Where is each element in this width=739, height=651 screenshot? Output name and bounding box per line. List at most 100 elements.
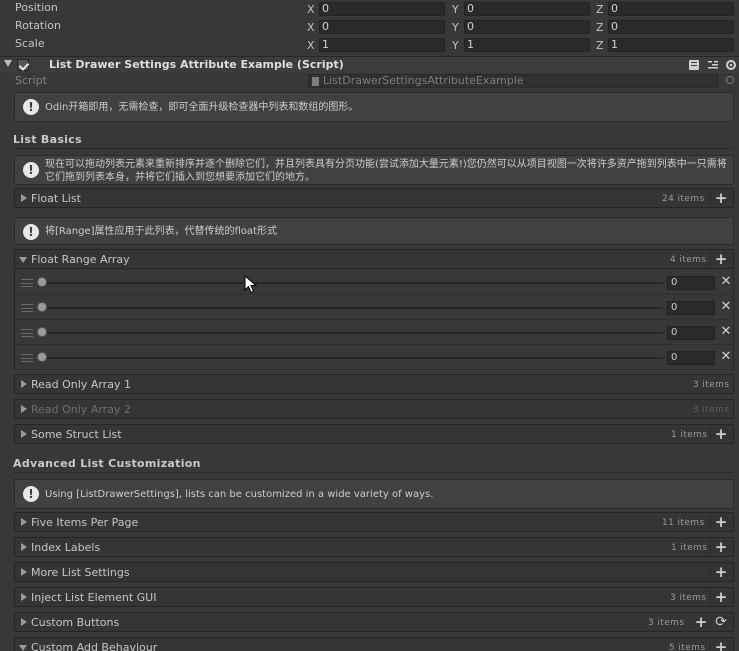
list-header-more-list-settings[interactable]: More List Settings + [14,562,734,582]
list-count: 24 items [662,194,705,204]
list-label: Custom Buttons [31,616,120,629]
foldout-closed-icon[interactable] [21,518,27,526]
slider-value-field[interactable]: 0 [667,276,715,290]
axis-z-label: Z [596,38,604,52]
section-divider [13,148,734,149]
list-label: Read Only Array 1 [31,378,131,391]
add-item-plus-icon[interactable]: + [714,190,728,206]
scale-label: Scale [15,37,45,50]
list-header-read-only-array-1[interactable]: Read Only Array 1 3 items [14,374,734,394]
slider-track[interactable] [41,357,663,359]
divider [710,639,711,651]
add-item-plus-icon[interactable]: + [714,426,728,442]
list-label: Float List [31,192,81,205]
info-icon: ! [23,99,39,115]
axis-z-label: Z [596,2,604,16]
component-foldout-icon[interactable] [4,60,12,67]
add-item-plus-icon[interactable]: + [714,589,728,605]
list-item: 0 ✕ [15,320,733,345]
list-label: Read Only Array 2 [31,403,131,416]
position-y-field[interactable]: 0 [464,2,590,16]
list-count: 3 items [648,618,685,628]
rotation-y-field[interactable]: 0 [464,20,590,34]
preset-icon[interactable] [707,59,719,71]
divider [710,426,711,442]
gear-icon[interactable] [725,59,737,71]
add-item-plus-icon[interactable]: + [714,639,728,651]
foldout-closed-icon[interactable] [21,194,27,202]
rotation-z-field[interactable]: 0 [608,20,734,34]
slider-thumb[interactable] [37,352,47,362]
rotation-x-field[interactable]: 0 [319,20,445,34]
list-count: 11 items [662,518,705,528]
slider-value-field[interactable]: 0 [667,301,715,315]
slider-thumb[interactable] [37,327,47,337]
foldout-closed-icon[interactable] [21,568,27,576]
slider-value-field[interactable]: 0 [667,326,715,340]
slider-track[interactable] [41,332,663,334]
axis-y-label: Y [452,20,459,34]
remove-item-close-icon[interactable]: ✕ [720,299,732,315]
remove-item-close-icon[interactable]: ✕ [720,274,732,290]
position-label: Position [15,1,58,14]
add-item-plus-icon[interactable]: + [714,251,728,267]
slider-track[interactable] [41,282,663,284]
component-enabled-checkbox[interactable] [17,59,29,71]
list-count: 5 items [669,643,706,651]
list-header-five-items-per-page[interactable]: Five Items Per Page 11 items + [14,512,734,532]
section-divider [13,472,734,473]
list-header-read-only-array-2[interactable]: Read Only Array 2 3 items [14,399,734,419]
add-item-plus-icon[interactable]: + [714,564,728,580]
slider-thumb[interactable] [37,302,47,312]
foldout-closed-icon[interactable] [21,380,27,388]
foldout-open-icon[interactable] [19,257,27,263]
advanced-info-text: Using [ListDrawerSettings], lists can be… [45,489,434,500]
foldout-closed-icon[interactable] [21,430,27,438]
list-count: 3 items [693,405,730,415]
axis-z-label: Z [596,20,604,34]
foldout-open-icon[interactable] [19,645,27,651]
scale-y-field[interactable]: 1 [464,38,590,52]
list-header-inject-list-element-gui[interactable]: Inject List Element GUI 3 items + [14,587,734,607]
slider-track[interactable] [41,307,663,309]
list-header-some-struct-list[interactable]: Some Struct List 1 items + [14,424,734,444]
axis-y-label: Y [452,2,459,16]
list-item: 0 ✕ [15,295,733,320]
scale-x-field[interactable]: 1 [319,38,445,52]
list-basics-info-box: ! 现在可以拖动列表元素来重新排序并逐个删除它们，并且列表具有分页功能(尝试添加… [14,155,734,185]
drag-handle-icon[interactable] [21,329,33,337]
drag-handle-icon[interactable] [21,279,33,287]
divider [710,514,711,530]
list-label: More List Settings [31,566,130,579]
add-item-plus-icon[interactable]: + [714,539,728,555]
foldout-closed-icon[interactable] [21,593,27,601]
list-label: Index Labels [31,541,101,554]
list-header-custom-buttons[interactable]: Custom Buttons 3 items + ⟳ [14,612,734,632]
position-z-field[interactable]: 0 [608,2,734,16]
drag-handle-icon[interactable] [21,304,33,312]
foldout-closed-icon[interactable] [21,405,27,413]
foldout-closed-icon[interactable] [21,543,27,551]
float-range-array-body: 0 ✕ 0 ✕ 0 ✕ 0 ✕ [14,270,734,370]
help-book-icon[interactable] [688,59,700,71]
refresh-icon[interactable]: ⟳ [714,614,728,630]
component-header[interactable]: List Drawer Settings Attribute Example (… [0,56,739,73]
list-header-float-range-array[interactable]: Float Range Array 4 items + [14,249,734,269]
script-value: ListDrawerSettingsAttributeExample [323,74,524,87]
add-item-plus-icon[interactable]: + [714,514,728,530]
slider-value-field[interactable]: 0 [667,351,715,365]
drag-handle-icon[interactable] [21,354,33,362]
list-header-index-labels[interactable]: Index Labels 1 items + [14,537,734,557]
remove-item-close-icon[interactable]: ✕ [720,324,732,340]
add-item-plus-icon[interactable]: + [694,614,708,630]
slider-thumb[interactable] [37,277,47,287]
position-x-field[interactable]: 0 [319,2,445,16]
list-basics-info-text: 现在可以拖动列表元素来重新排序并逐个删除它们，并且列表具有分页功能(尝试添加大量… [45,159,727,183]
object-picker-icon[interactable] [726,76,734,84]
list-header-custom-add-behaviour[interactable]: Custom Add Behaviour 5 items + [14,637,734,651]
remove-item-close-icon[interactable]: ✕ [720,349,732,365]
foldout-closed-icon[interactable] [21,618,27,626]
info-icon: ! [23,224,39,240]
list-header-float-list[interactable]: Float List 24 items + [14,188,734,208]
scale-z-field[interactable]: 1 [608,38,734,52]
